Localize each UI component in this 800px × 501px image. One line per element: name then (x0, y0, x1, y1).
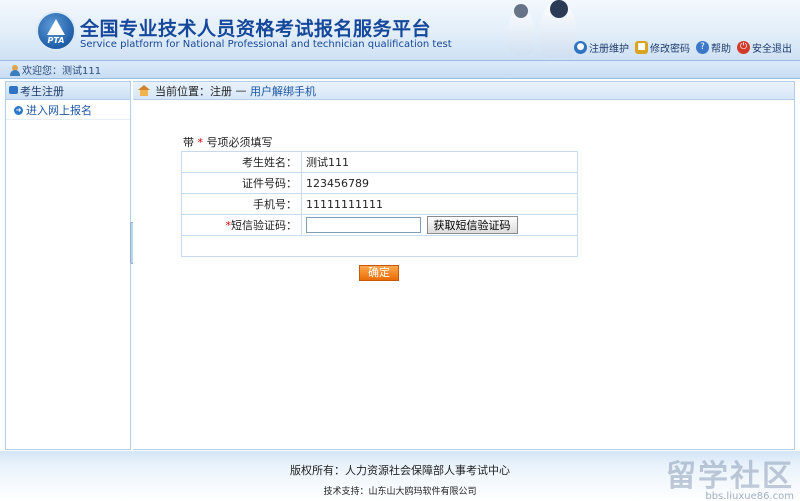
breadcrumb: 当前位置：注册 — 用户解绑手机 (133, 82, 794, 100)
sidebar-section-label: 考生注册 (20, 84, 64, 98)
notice-before: 带 (183, 136, 194, 149)
confirm-button[interactable]: 确定 (359, 265, 399, 281)
empty-row-cell (181, 235, 578, 257)
logout-label: 安全退出 (752, 44, 792, 55)
sidebar-item-label: 进入网上报名 (26, 103, 92, 117)
arrow-right-icon: ➜ (14, 106, 23, 115)
watermark-text: 留学社区 (666, 459, 794, 494)
main-content: 当前位置：注册 — 用户解绑手机 带 * 号项必须填写 考生姓名： 测试111 … (133, 81, 795, 450)
id-number-label: 证件号码： (181, 172, 302, 194)
sms-code-label-cell: *短信验证码： (181, 214, 302, 236)
top-links: ● 注册维护 ■ 修改密码 ? 帮助 ⏻ 安全退出 (574, 40, 792, 55)
required-mark: * (197, 136, 204, 149)
unbind-phone-form: 考生姓名： 测试111 证件号码： 123456789 手机号： 1111111… (181, 151, 578, 257)
sidebar-section-header[interactable]: 考生注册 (6, 82, 130, 100)
register-maintain-link[interactable]: ● 注册维护 (574, 40, 629, 55)
form-row-phone: 手机号： 11111111111 (181, 193, 578, 215)
welcome-bar: 欢迎您：测试111 (0, 60, 800, 79)
form-row-id: 证件号码： 123456789 (181, 172, 578, 194)
section-icon (9, 86, 18, 94)
watermark: 留学社区 bbs.liuxue86.com (666, 451, 794, 501)
logout-link[interactable]: ⏻ 安全退出 (737, 40, 792, 55)
home-icon (138, 85, 150, 96)
change-password-label: 修改密码 (650, 44, 690, 55)
name-label: 考生姓名： (181, 151, 302, 173)
site-subtitle: Service platform for National Profession… (80, 39, 452, 50)
logo-triangle-icon (47, 19, 65, 35)
register-maintain-label: 注册维护 (589, 44, 629, 55)
globe-icon: ● (574, 41, 587, 54)
phone-label: 手机号： (181, 193, 302, 215)
name-value: 测试111 (301, 151, 578, 173)
id-number-value: 123456789 (301, 172, 578, 194)
phone-value: 11111111111 (301, 193, 578, 215)
header-banner: PTA 全国专业技术人员资格考试报名服务平台 Service platform … (0, 0, 800, 60)
help-icon: ? (696, 41, 709, 54)
lock-icon: ■ (635, 41, 648, 54)
breadcrumb-prefix: 当前位置：注册 (155, 84, 232, 98)
user-icon (10, 65, 20, 76)
required-notice: 带 * 号项必须填写 (183, 134, 273, 150)
sms-code-cell: 获取短信验证码 (301, 214, 578, 236)
form-row-sms: *短信验证码： 获取短信验证码 (181, 214, 578, 236)
breadcrumb-current: 用户解绑手机 (250, 84, 316, 98)
change-password-link[interactable]: ■ 修改密码 (635, 40, 690, 55)
logo-text: PTA (47, 36, 65, 45)
sidebar-item-online-registration[interactable]: ➜ 进入网上报名 (6, 100, 130, 120)
footer: 版权所有：人力资源社会保障部人事考试中心 技术支持：山东山大鸥玛软件有限公司 留… (0, 451, 800, 501)
form-row-empty (181, 235, 578, 257)
pta-logo: PTA (36, 11, 76, 51)
help-label: 帮助 (711, 44, 731, 55)
sms-code-label: 短信验证码： (231, 219, 297, 232)
welcome-text: 欢迎您：测试111 (22, 66, 102, 77)
form-row-name: 考生姓名： 测试111 (181, 151, 578, 173)
site-title: 全国专业技术人员资格考试报名服务平台 (80, 18, 432, 40)
sidebar: 考生注册 ➜ 进入网上报名 (5, 81, 131, 450)
breadcrumb-separator: — (235, 84, 247, 97)
sms-code-input[interactable] (306, 217, 421, 233)
get-sms-code-button[interactable]: 获取短信验证码 (426, 216, 518, 234)
notice-after: 号项必须填写 (206, 136, 273, 149)
help-link[interactable]: ? 帮助 (696, 40, 731, 55)
power-icon: ⏻ (737, 41, 750, 54)
